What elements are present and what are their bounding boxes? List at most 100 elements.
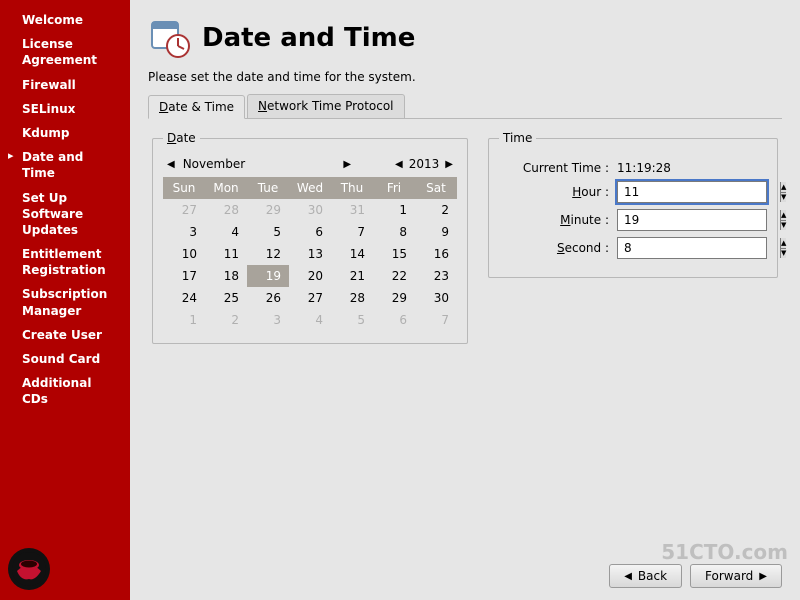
weekday-header: Thu [331, 177, 373, 199]
second-up-button[interactable]: ▲ [781, 238, 786, 249]
calendar-day[interactable]: 5 [247, 221, 289, 243]
hour-spinbox[interactable]: ▲▼ [617, 181, 767, 203]
minute-up-button[interactable]: ▲ [781, 210, 786, 221]
clock-calendar-icon [148, 16, 192, 60]
calendar-day[interactable]: 29 [373, 287, 415, 309]
calendar-day: 28 [205, 199, 247, 221]
tab-bar: Date & Time Network Time Protocol [148, 94, 782, 119]
weekday-header: Tue [247, 177, 289, 199]
calendar-day[interactable]: 16 [415, 243, 457, 265]
time-group: Time Current Time : 11:19:28 Hour : ▲▼ M… [488, 131, 778, 278]
hour-label: Hour : [499, 185, 609, 199]
calendar[interactable]: SunMonTueWedThuFriSat 272829303112345678… [163, 177, 457, 331]
sidebar-item-sound-card[interactable]: Sound Card [0, 347, 130, 371]
calendar-day[interactable]: 1 [373, 199, 415, 221]
distro-logo [8, 548, 50, 590]
current-time-label: Current Time : [499, 161, 609, 175]
next-year-button[interactable]: ▶ [443, 159, 455, 170]
calendar-day[interactable]: 20 [289, 265, 331, 287]
sidebar-item-license-agreement[interactable]: License Agreement [0, 32, 130, 72]
calendar-day: 31 [331, 199, 373, 221]
sidebar-item-create-user[interactable]: Create User [0, 323, 130, 347]
second-down-button[interactable]: ▼ [781, 249, 786, 259]
minute-label: Minute : [499, 213, 609, 227]
calendar-day: 29 [247, 199, 289, 221]
watermark: 51CTO.com [661, 540, 788, 564]
calendar-day[interactable]: 3 [163, 221, 205, 243]
calendar-day[interactable]: 27 [289, 287, 331, 309]
sidebar-item-subscription-manager[interactable]: Subscription Manager [0, 282, 130, 322]
main-panel: Date and Time Please set the date and ti… [130, 0, 800, 600]
weekday-header: Fri [373, 177, 415, 199]
date-group: Date ◀ November ▶ ◀ 2013 ▶ SunMonTueWedT… [152, 131, 468, 344]
calendar-day[interactable]: 28 [331, 287, 373, 309]
sidebar-item-kdump[interactable]: Kdump [0, 121, 130, 145]
calendar-day[interactable]: 18 [205, 265, 247, 287]
calendar-day[interactable]: 21 [331, 265, 373, 287]
date-legend: Date [163, 131, 200, 145]
forward-button[interactable]: Forward ▶ [690, 564, 782, 588]
calendar-day: 30 [289, 199, 331, 221]
minute-down-button[interactable]: ▼ [781, 221, 786, 231]
calendar-day: 4 [289, 309, 331, 331]
calendar-day[interactable]: 7 [331, 221, 373, 243]
calendar-day: 5 [331, 309, 373, 331]
sidebar-item-entitlement-registration[interactable]: Entitlement Registration [0, 242, 130, 282]
sidebar-item-selinux[interactable]: SELinux [0, 97, 130, 121]
calendar-day[interactable]: 15 [373, 243, 415, 265]
calendar-day: 7 [415, 309, 457, 331]
calendar-day[interactable]: 9 [415, 221, 457, 243]
sidebar-item-date-and-time[interactable]: Date and Time [0, 145, 130, 185]
calendar-day[interactable]: 14 [331, 243, 373, 265]
calendar-day[interactable]: 4 [205, 221, 247, 243]
second-spinbox[interactable]: ▲▼ [617, 237, 767, 259]
calendar-day[interactable]: 17 [163, 265, 205, 287]
prev-month-button[interactable]: ◀ [165, 159, 177, 170]
next-month-button[interactable]: ▶ [341, 159, 353, 170]
month-label: November [177, 157, 342, 171]
calendar-day[interactable]: 30 [415, 287, 457, 309]
second-label: Second : [499, 241, 609, 255]
sidebar-item-firewall[interactable]: Firewall [0, 73, 130, 97]
prev-year-button[interactable]: ◀ [393, 159, 405, 170]
calendar-day: 1 [163, 309, 205, 331]
tab-date-time[interactable]: Date & Time [148, 95, 245, 119]
minute-spinbox[interactable]: ▲▼ [617, 209, 767, 231]
tab-ntp[interactable]: Network Time Protocol [247, 94, 404, 118]
calendar-day[interactable]: 26 [247, 287, 289, 309]
calendar-day[interactable]: 24 [163, 287, 205, 309]
calendar-day[interactable]: 2 [415, 199, 457, 221]
calendar-day[interactable]: 13 [289, 243, 331, 265]
calendar-day[interactable]: 6 [289, 221, 331, 243]
time-legend: Time [499, 131, 536, 145]
calendar-day[interactable]: 22 [373, 265, 415, 287]
sidebar: WelcomeLicense AgreementFirewallSELinuxK… [0, 0, 130, 600]
hour-input[interactable] [618, 182, 780, 202]
calendar-day: 6 [373, 309, 415, 331]
sidebar-item-additional-cds[interactable]: Additional CDs [0, 371, 130, 411]
calendar-day[interactable]: 11 [205, 243, 247, 265]
calendar-day[interactable]: 12 [247, 243, 289, 265]
sidebar-item-set-up-software-updates[interactable]: Set Up Software Updates [0, 186, 130, 243]
weekday-header: Wed [289, 177, 331, 199]
calendar-day[interactable]: 25 [205, 287, 247, 309]
calendar-day: 27 [163, 199, 205, 221]
hour-up-button[interactable]: ▲ [781, 182, 786, 193]
arrow-left-icon: ◀ [624, 571, 632, 582]
hour-down-button[interactable]: ▼ [781, 193, 786, 203]
second-input[interactable] [618, 238, 780, 258]
calendar-day[interactable]: 19 [247, 265, 289, 287]
weekday-header: Sun [163, 177, 205, 199]
weekday-header: Mon [205, 177, 247, 199]
back-button[interactable]: ◀ Back [609, 564, 682, 588]
arrow-right-icon: ▶ [759, 571, 767, 582]
calendar-day: 3 [247, 309, 289, 331]
weekday-header: Sat [415, 177, 457, 199]
minute-input[interactable] [618, 210, 780, 230]
forward-button-label: Forward [705, 569, 753, 583]
sidebar-item-welcome[interactable]: Welcome [0, 8, 130, 32]
page-instruction: Please set the date and time for the sys… [148, 70, 782, 84]
calendar-day[interactable]: 8 [373, 221, 415, 243]
calendar-day[interactable]: 23 [415, 265, 457, 287]
calendar-day[interactable]: 10 [163, 243, 205, 265]
